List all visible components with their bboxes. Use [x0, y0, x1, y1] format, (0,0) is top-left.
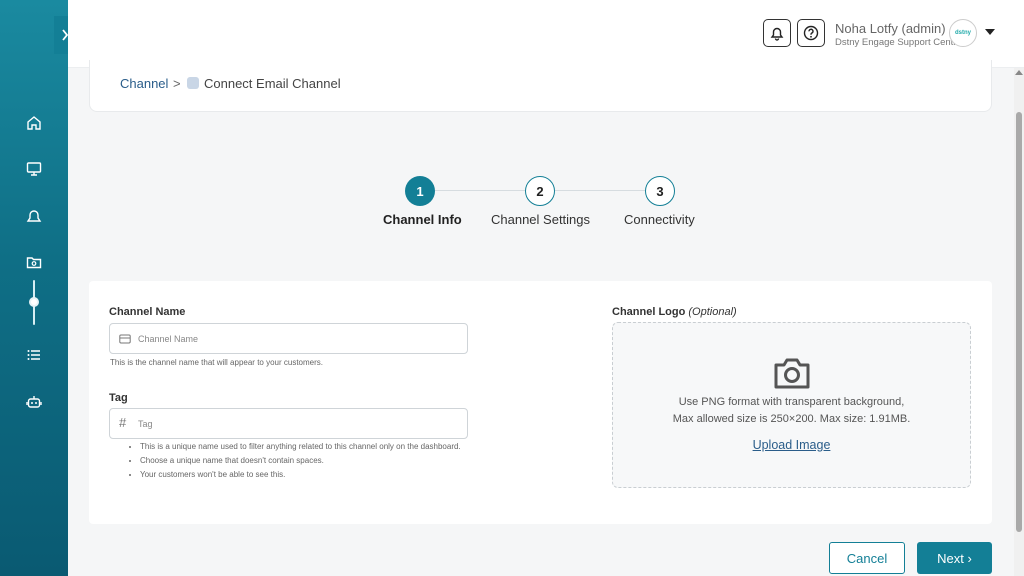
avatar[interactable]: dstny [949, 19, 977, 47]
breadcrumb-channel-link[interactable]: Channel [120, 76, 168, 91]
upload-image-link[interactable]: Upload Image [613, 438, 970, 452]
upload-requirements-line1: Use PNG format with transparent backgrou… [678, 396, 905, 408]
sidebar-item-bot[interactable] [24, 392, 44, 412]
bot-icon [26, 396, 42, 408]
channel-name-hint: This is the channel name that will appea… [110, 358, 323, 367]
sidebar-item-monitor[interactable] [24, 159, 44, 179]
user-menu-chevron-down-icon[interactable] [985, 29, 995, 35]
scroll-up-arrow-icon[interactable] [1015, 70, 1023, 75]
folder-icon [26, 257, 42, 269]
notifications-button[interactable] [763, 19, 791, 47]
channel-name-input[interactable] [138, 329, 458, 349]
step-1-circle[interactable]: 1 [405, 176, 435, 206]
help-button[interactable] [797, 19, 825, 47]
optional-tag: (Optional) [688, 306, 737, 318]
channel-logo-label: Channel Logo (Optional) [612, 306, 737, 318]
top-header: Noha Lotfy (admin) Dstny Engage Support … [68, 0, 1024, 68]
card-icon [119, 334, 131, 344]
scrollbar-thumb[interactable] [1016, 112, 1022, 532]
next-button[interactable]: Next › [917, 542, 992, 574]
list-item: This is a unique name used to filter any… [140, 441, 480, 452]
user-organization: Dstny Engage Support Centre [835, 37, 962, 48]
breadcrumb: Channel > Connect Email Channel [89, 60, 992, 112]
tag-field[interactable]: # [109, 408, 468, 439]
help-icon [803, 25, 819, 41]
monitor-icon [26, 162, 42, 176]
stepper-connector [555, 190, 645, 191]
logo-upload-dropzone[interactable]: Use PNG format with transparent backgrou… [612, 322, 971, 488]
breadcrumb-separator-icon: > [173, 76, 181, 91]
breadcrumb-current: Connect Email Channel [204, 76, 341, 91]
sidebar [0, 0, 76, 576]
tag-hints: This is a unique name used to filter any… [140, 441, 480, 483]
cancel-button[interactable]: Cancel [829, 542, 905, 574]
step-3-label: Connectivity [624, 212, 695, 227]
bell-icon [770, 27, 784, 41]
sidebar-item-home[interactable] [24, 113, 44, 133]
sidebar-item-alerts[interactable] [24, 206, 44, 226]
stepper-connector [435, 190, 525, 191]
channel-name-label: Channel Name [109, 306, 186, 318]
sidebar-slider-handle[interactable] [29, 297, 39, 307]
step-3-circle[interactable]: 3 [645, 176, 675, 206]
sidebar-item-folder[interactable] [24, 252, 44, 272]
list-icon [27, 350, 40, 360]
channel-logo-label-text: Channel Logo [612, 306, 686, 318]
upload-requirements-line2: Max allowed size is 250×200. Max size: 1… [672, 413, 911, 425]
alert-icon [26, 210, 42, 222]
step-2-label: Channel Settings [491, 212, 591, 227]
hash-icon: # [119, 415, 127, 430]
list-item: Choose a unique name that doesn't contai… [140, 455, 480, 466]
camera-icon [774, 358, 810, 389]
step-1-label: Channel Info [383, 212, 462, 227]
tag-input[interactable] [138, 414, 458, 434]
tag-label: Tag [109, 392, 128, 404]
channel-name-field[interactable] [109, 323, 468, 354]
list-item: Your customers won't be able to see this… [140, 469, 480, 480]
sidebar-item-list[interactable] [24, 345, 44, 365]
email-channel-icon [187, 77, 199, 89]
user-name: Noha Lotfy (admin) [835, 21, 946, 36]
step-2-circle[interactable]: 2 [525, 176, 555, 206]
home-icon [27, 116, 41, 130]
